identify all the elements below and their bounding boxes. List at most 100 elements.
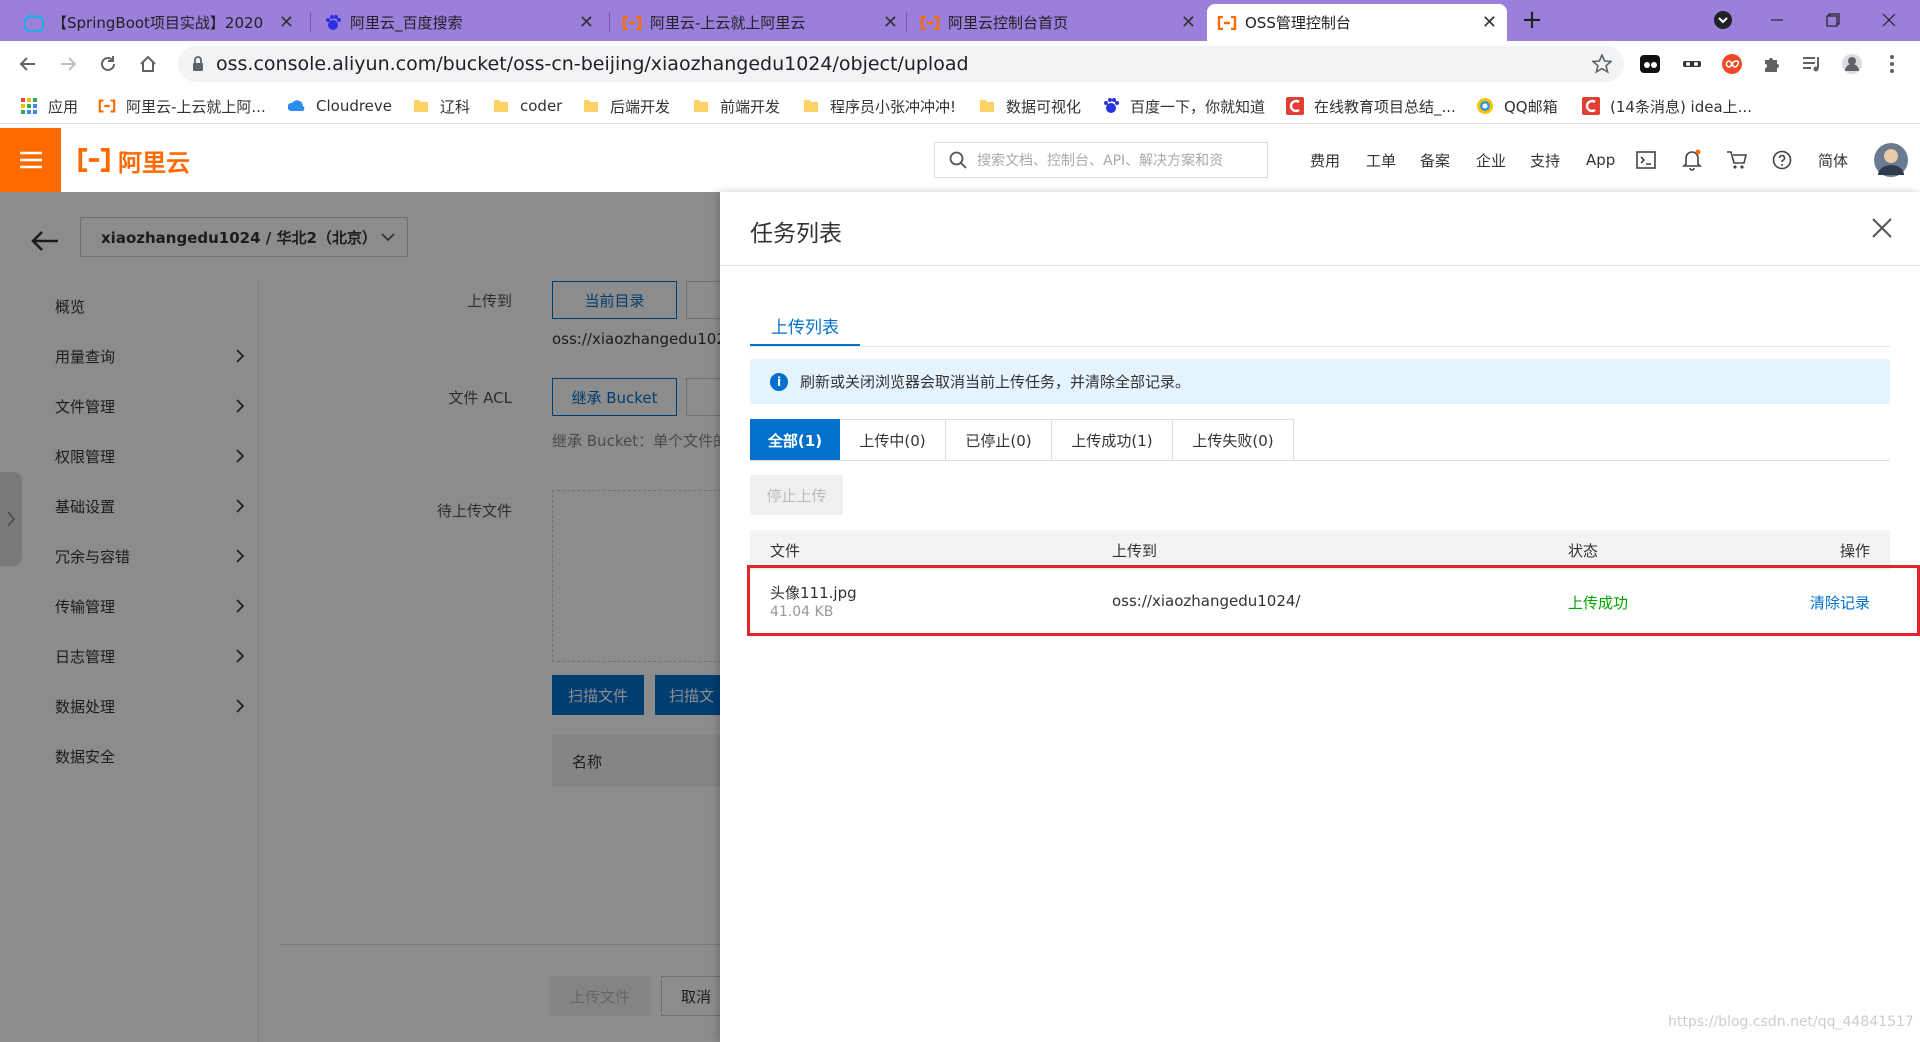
sidebar-item-permissions[interactable]: 权限管理 bbox=[55, 441, 245, 471]
filter-success[interactable]: 上传成功(1) bbox=[1052, 419, 1173, 461]
sidebar-item-logs[interactable]: 日志管理 bbox=[55, 641, 245, 671]
bell-icon[interactable] bbox=[1682, 128, 1702, 192]
lock-icon bbox=[192, 56, 204, 72]
aliyun-logo[interactable]: 阿里云 bbox=[76, 144, 190, 177]
filter-uploading[interactable]: 上传中(0) bbox=[840, 419, 946, 461]
nav-billing[interactable]: 费用 bbox=[1310, 128, 1340, 192]
cart-icon[interactable] bbox=[1726, 128, 1748, 192]
stop-upload-button[interactable]: 停止上传 bbox=[750, 475, 843, 515]
bookmark-star-icon[interactable] bbox=[1592, 54, 1612, 74]
forward-icon[interactable] bbox=[56, 52, 80, 76]
bookmark-folder-frontend[interactable]: 前端开发 bbox=[692, 88, 780, 124]
tab-upload-list[interactable]: 上传列表 bbox=[750, 306, 860, 346]
restore-icon[interactable] bbox=[1810, 0, 1856, 40]
console-search-input[interactable]: 搜索文档、控制台、API、解决方案和资 bbox=[934, 142, 1268, 178]
sidebar-item-data-processing[interactable]: 数据处理 bbox=[55, 691, 245, 721]
menu-toggle-button[interactable] bbox=[0, 128, 61, 192]
back-icon[interactable] bbox=[16, 52, 40, 76]
bucket-selector[interactable]: xiaozhangedu1024 / 华北2（北京） bbox=[80, 217, 408, 257]
current-dir-button[interactable]: 当前目录 bbox=[552, 281, 677, 319]
close-icon[interactable]: ✕ bbox=[279, 12, 294, 33]
aliyun-icon bbox=[920, 15, 940, 30]
bookmark-folder-coder[interactable]: coder bbox=[492, 88, 562, 124]
filter-all[interactable]: 全部(1) bbox=[750, 419, 840, 461]
sidebar-item-transfer[interactable]: 传输管理 bbox=[55, 591, 245, 621]
nav-icp[interactable]: 备案 bbox=[1420, 128, 1450, 192]
reading-list-icon[interactable] bbox=[1800, 52, 1824, 76]
bookmark-csdn-summary[interactable]: 在线教育项目总结_... bbox=[1286, 88, 1456, 124]
sidebar-item-overview[interactable]: 概览 bbox=[55, 291, 245, 321]
chevron-right-icon bbox=[236, 699, 245, 713]
acl-label: 文件 ACL bbox=[448, 389, 512, 407]
profile-icon[interactable] bbox=[1840, 52, 1864, 76]
nav-support[interactable]: 支持 bbox=[1530, 128, 1560, 192]
bookmark-label: 数据可视化 bbox=[1006, 97, 1082, 116]
bookmark-folder-backend[interactable]: 后端开发 bbox=[582, 88, 670, 124]
tab-springboot[interactable]: 【SpringBoot项目实战】2020 ✕ bbox=[14, 4, 304, 41]
csdn-icon bbox=[1286, 97, 1304, 115]
sidebar-item-basic-settings[interactable]: 基础设置 bbox=[55, 491, 245, 521]
task-table-header: 文件 上传到 状态 操作 bbox=[750, 530, 1890, 570]
back-arrow-icon[interactable] bbox=[30, 230, 60, 252]
bookmark-aliyun[interactable]: 阿里云-上云就上阿... bbox=[98, 88, 266, 124]
home-icon[interactable] bbox=[136, 52, 160, 76]
close-icon[interactable]: ✕ bbox=[1181, 12, 1196, 33]
bookmark-apps[interactable]: 应用 bbox=[20, 88, 78, 124]
bookmark-label: Cloudreve bbox=[316, 97, 393, 115]
file-table-header: 名称 bbox=[552, 735, 732, 787]
puzzle-icon[interactable] bbox=[1760, 52, 1784, 76]
extension-icon[interactable] bbox=[1638, 52, 1662, 76]
bookmark-folder-liaoke[interactable]: 辽科 bbox=[412, 88, 470, 124]
bookmark-folder-dataviz[interactable]: 数据可视化 bbox=[978, 88, 1081, 124]
bookmark-cloudreve[interactable]: Cloudreve bbox=[288, 88, 392, 124]
close-icon[interactable]: ✕ bbox=[1482, 12, 1497, 33]
sidebar-item-files[interactable]: 文件管理 bbox=[55, 391, 245, 421]
baidu-icon bbox=[1104, 98, 1119, 113]
bookmark-qqmail[interactable]: QQ邮箱 bbox=[1476, 88, 1558, 124]
bookmark-label: 在线教育项目总结_... bbox=[1314, 97, 1456, 116]
footer-divider bbox=[280, 944, 720, 945]
bookmark-csdn-idea[interactable]: (14条消息) idea上... bbox=[1582, 88, 1752, 124]
tab-baidu-search[interactable]: 阿里云_百度搜索 ✕ bbox=[314, 4, 604, 41]
omnibox[interactable]: oss.console.aliyun.com/bucket/oss-cn-bei… bbox=[178, 46, 1624, 82]
infinity-extension-icon[interactable] bbox=[1720, 52, 1744, 76]
bookmark-folder-programmer[interactable]: 程序员小张冲冲冲! bbox=[802, 88, 956, 124]
bookmark-label: 程序员小张冲冲冲! bbox=[830, 97, 957, 116]
chevron-right-icon bbox=[236, 649, 245, 663]
chevron-right-icon bbox=[236, 349, 245, 363]
tab-aliyun-home[interactable]: 阿里云-上云就上阿里云 ✕ bbox=[612, 4, 908, 41]
sidebar-item-data-security[interactable]: 数据安全 bbox=[55, 741, 245, 771]
info-icon: i bbox=[770, 372, 788, 391]
minimize-icon[interactable] bbox=[1754, 0, 1800, 40]
language-switch[interactable]: 简体 bbox=[1818, 128, 1848, 192]
new-tab-button[interactable]: + bbox=[1509, 0, 1555, 40]
incognito-extension-icon[interactable] bbox=[1680, 52, 1704, 76]
acl-inherit-button[interactable]: 继承 Bucket bbox=[552, 378, 677, 416]
acl-hint: 继承 Bucket：单个文件的 bbox=[552, 432, 729, 450]
nav-ticket[interactable]: 工单 bbox=[1366, 128, 1396, 192]
filter-failed[interactable]: 上传失败(0) bbox=[1173, 419, 1294, 461]
close-icon[interactable] bbox=[1870, 216, 1894, 240]
nav-app[interactable]: App bbox=[1586, 128, 1615, 192]
reload-icon[interactable] bbox=[96, 52, 120, 76]
help-icon[interactable] bbox=[1772, 128, 1792, 192]
nav-enterprise[interactable]: 企业 bbox=[1476, 128, 1506, 192]
filter-stopped[interactable]: 已停止(0) bbox=[946, 419, 1052, 461]
bookmarks-bar: 应用 阿里云-上云就上阿... Cloudreve 辽科 coder 后端开发 … bbox=[0, 88, 1920, 124]
tab-oss-console[interactable]: OSS管理控制台 ✕ bbox=[1207, 4, 1507, 41]
scan-file-button[interactable]: 扫描文件 bbox=[552, 675, 644, 715]
close-icon[interactable]: ✕ bbox=[883, 12, 898, 33]
sidebar-collapse-handle[interactable] bbox=[0, 472, 22, 566]
close-window-icon[interactable] bbox=[1866, 0, 1912, 40]
upload-file-button[interactable]: 上传文件 bbox=[550, 976, 650, 1016]
sidebar-item-usage[interactable]: 用量查询 bbox=[55, 341, 245, 371]
terminal-icon[interactable] bbox=[1636, 128, 1656, 192]
tab-search-icon[interactable] bbox=[1700, 0, 1746, 40]
file-drop-zone[interactable] bbox=[552, 490, 732, 662]
more-menu-icon[interactable] bbox=[1880, 52, 1904, 76]
tab-aliyun-console[interactable]: 阿里云控制台首页 ✕ bbox=[910, 4, 1206, 41]
sidebar-item-redundancy[interactable]: 冗余与容错 bbox=[55, 541, 245, 571]
avatar[interactable] bbox=[1874, 128, 1908, 192]
close-icon[interactable]: ✕ bbox=[579, 12, 594, 33]
bookmark-baidu[interactable]: 百度一下，你就知道 bbox=[1102, 88, 1265, 124]
